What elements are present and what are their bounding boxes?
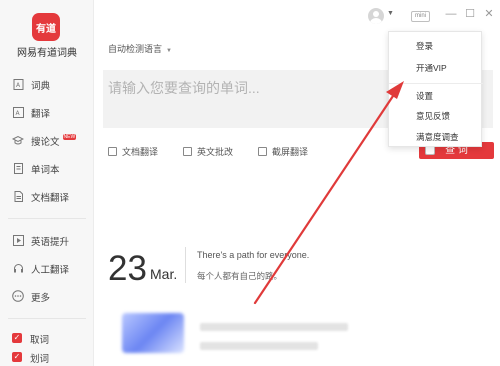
translate-icon: A	[12, 106, 24, 118]
sidebar-item-human-translate[interactable]: 人工翻译	[0, 257, 94, 279]
document-icon	[12, 190, 24, 202]
sidebar-item-label: 更多	[31, 293, 51, 304]
sidebar-item-label: 单词本	[31, 165, 60, 176]
user-avatar[interactable]	[368, 8, 384, 24]
daily-quote-chinese: 每个人都有自己的路。	[197, 271, 283, 281]
daily-quote-english: There's a path for everyone.	[197, 250, 310, 260]
sidebar-item-more[interactable]: 更多	[0, 285, 94, 307]
notebook-icon	[12, 162, 24, 174]
sidebar-item-paper-search[interactable]: 搜论文 NEW	[0, 129, 94, 151]
svg-text:A: A	[16, 82, 21, 89]
maximize-icon[interactable]: ☐	[463, 7, 477, 20]
date-day: 23	[108, 249, 147, 288]
quote-divider	[185, 247, 186, 283]
sidebar-item-label: 文档翻译	[31, 193, 70, 204]
blurred-text	[200, 323, 348, 331]
search-placeholder: 请输入您要查询的单词...	[108, 80, 260, 96]
sidebar: 有道 网易有道词典 A 词典 A 翻译 搜论文 NEW 单词本 文档翻译 英语提…	[0, 0, 94, 366]
menu-item-survey[interactable]: 满意度调查	[389, 126, 483, 146]
sidebar-item-label: 词典	[31, 81, 51, 92]
sidebar-item-label: 人工翻译	[31, 265, 70, 276]
select-word-label: 划词	[30, 354, 50, 365]
date-month: Mar.	[150, 266, 178, 282]
screenshot-icon	[258, 147, 267, 156]
sidebar-item-english-boost[interactable]: 英语提升	[0, 229, 94, 251]
sidebar-divider	[8, 218, 86, 219]
pick-word-label: 取词	[30, 335, 50, 346]
sidebar-divider	[8, 318, 86, 319]
select-word-checkbox[interactable]: ✓	[12, 352, 22, 362]
sidebar-item-translate[interactable]: A 翻译	[0, 101, 94, 123]
english-correction-tool[interactable]: 英文批改	[183, 145, 233, 158]
menu-item-feedback[interactable]: 意见反馈	[389, 105, 483, 125]
sidebar-item-label: 英语提升	[31, 237, 70, 248]
screenshot-translate-tool[interactable]: 截屏翻译	[258, 145, 308, 158]
blurred-thumbnail	[122, 313, 184, 353]
sidebar-item-wordbook[interactable]: 单词本	[0, 157, 94, 179]
minimize-icon[interactable]: —	[444, 8, 458, 20]
menu-item-login[interactable]: 登录	[389, 35, 483, 55]
play-icon	[12, 234, 24, 246]
pick-word-checkbox[interactable]: ✓	[12, 333, 22, 343]
app-name: 网易有道词典	[17, 48, 77, 59]
new-badge: NEW	[62, 134, 77, 140]
more-icon	[12, 290, 24, 302]
sidebar-item-label: 搜论文 NEW	[31, 134, 77, 148]
menu-divider	[389, 83, 483, 84]
chevron-down-icon: ▼	[166, 48, 172, 54]
headset-icon	[12, 262, 24, 274]
menu-item-settings[interactable]: 设置	[389, 85, 483, 105]
svg-text:A: A	[15, 110, 20, 117]
doc-translate-tool[interactable]: 文档翻译	[108, 145, 158, 158]
blurred-text	[200, 342, 318, 350]
chevron-down-icon[interactable]: ▼	[387, 10, 394, 17]
close-icon[interactable]: ✕	[482, 7, 496, 20]
edit-icon	[183, 147, 192, 156]
menu-item-vip[interactable]: 开通VIP	[389, 57, 483, 77]
sidebar-item-dictionary[interactable]: A 词典	[0, 73, 94, 95]
book-icon: A	[12, 78, 24, 90]
document-icon	[108, 147, 117, 156]
sidebar-item-doc-translate[interactable]: 文档翻译	[0, 185, 94, 207]
user-dropdown-menu: 登录 开通VIP 设置 意见反馈 满意度调查	[388, 31, 483, 147]
mini-mode-button[interactable]: mini	[411, 11, 430, 22]
paper-search-icon	[12, 134, 24, 146]
language-select[interactable]: 自动检测语言 ▼	[108, 42, 172, 55]
sidebar-item-label: 翻译	[31, 109, 51, 120]
app-logo: 有道	[32, 13, 60, 41]
